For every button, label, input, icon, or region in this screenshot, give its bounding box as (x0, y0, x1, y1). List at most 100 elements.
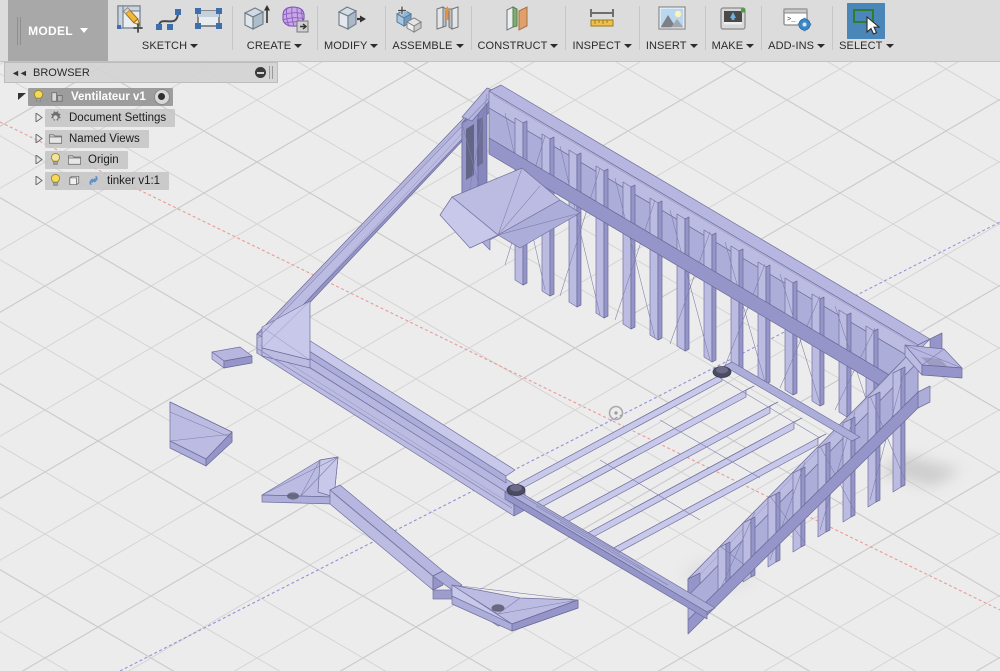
offset-plane-icon[interactable] (502, 3, 534, 35)
toolbar-label-assemble[interactable]: ASSEMBLE (392, 40, 463, 52)
toolbar-group-insert: INSERT (639, 0, 705, 61)
spline-icon[interactable] (154, 3, 186, 35)
lightbulb-icon[interactable] (31, 89, 46, 104)
tree-pill-named-views[interactable]: Named Views (45, 130, 149, 148)
link-icon (86, 173, 101, 188)
label-text-inspect: INSPECT (572, 40, 620, 52)
tree-label-document-settings: Document Settings (67, 112, 168, 124)
label-text-create: CREATE (247, 40, 291, 52)
toolbar-label-select[interactable]: SELECT (839, 40, 893, 52)
main-toolbar: MODEL (0, 0, 1000, 62)
minimize-icon[interactable] (255, 67, 266, 78)
toolbar-label-make[interactable]: MAKE (712, 40, 755, 52)
toolbar-label-construct[interactable]: CONSTRUCT (478, 40, 559, 52)
inspect-icons (586, 3, 618, 39)
lightbulb-icon[interactable] (48, 152, 63, 167)
mesh-detached-wedge-1[interactable] (170, 402, 232, 466)
toolbar-group-select: SELECT (832, 0, 900, 61)
expand-arrow-right-icon[interactable] (34, 155, 45, 164)
select-window-icon[interactable] (847, 3, 885, 39)
expand-arrow-right-icon[interactable] (34, 176, 45, 185)
toolbar-label-create[interactable]: CREATE (247, 40, 302, 52)
toolbar-label-addins[interactable]: ADD-INS (768, 40, 825, 52)
chevron-down-icon (624, 44, 632, 48)
create-sketch-icon[interactable] (115, 3, 147, 35)
toolbar-grip-handle[interactable] (17, 17, 23, 45)
chevron-down-icon (80, 28, 88, 33)
workspace-model-tab[interactable]: MODEL (8, 0, 108, 61)
insert-canvas-icon[interactable] (656, 3, 688, 35)
fusion360-window: .f { fill:#adadda; stroke:#6f6f9d; strok… (0, 0, 1000, 671)
tree-item-ventilateur[interactable]: Ventilateur v1 (4, 86, 278, 107)
lightbulb-icon[interactable] (48, 173, 63, 188)
extrude-icon[interactable] (239, 3, 271, 35)
tree-label-ventilateur: Ventilateur v1 (69, 91, 148, 103)
mesh-panel-back-right (489, 85, 942, 428)
tree-pill-document-settings[interactable]: Document Settings (45, 109, 175, 127)
tree-pill-origin[interactable]: Origin (45, 151, 128, 169)
mesh-inner-ledge-left (276, 325, 515, 483)
toolbar-label-insert[interactable]: INSERT (646, 40, 698, 52)
toolbar-group-addins: >_ ADD-INS (761, 0, 832, 61)
mesh-hub-ring-upper (713, 367, 731, 378)
collapse-left-icon[interactable]: ◄◄ (9, 68, 25, 78)
expand-arrow-down-icon[interactable] (17, 92, 28, 101)
expand-arrow-right-icon[interactable] (34, 113, 45, 122)
3d-print-icon[interactable] (717, 3, 749, 35)
chevron-down-icon (746, 44, 754, 48)
chevron-down-icon (456, 44, 464, 48)
tree-item-named-views[interactable]: Named Views (4, 128, 278, 149)
chevron-down-icon (550, 44, 558, 48)
folder-icon (48, 131, 63, 146)
press-pull-icon[interactable] (335, 3, 367, 35)
mesh-hub-ring-lower (507, 485, 525, 496)
svg-text:>_: >_ (787, 16, 796, 24)
panel-resize-grip[interactable] (269, 66, 273, 79)
mesh-mount-tab-left (212, 347, 252, 368)
chevron-down-icon (294, 44, 302, 48)
browser-title: BROWSER (33, 67, 255, 79)
construct-icons (502, 3, 534, 39)
tree-pill-tinker[interactable]: tinker v1:1 (45, 172, 169, 190)
chevron-down-icon (886, 44, 894, 48)
toolbar-label-sketch[interactable]: SKETCH (142, 40, 198, 52)
label-text-modify: MODIFY (324, 40, 367, 52)
joint-icon[interactable] (431, 3, 463, 35)
gear-icon (48, 110, 63, 125)
rectangle-icon[interactable] (193, 3, 225, 35)
create-form-icon[interactable] (278, 3, 310, 35)
toolbar-left-pad (0, 0, 8, 61)
label-text-assemble: ASSEMBLE (392, 40, 452, 52)
toolbar-label-modify[interactable]: MODIFY (324, 40, 378, 52)
label-text-insert: INSERT (646, 40, 687, 52)
toolbar-group-create: CREATE (232, 0, 317, 61)
toolbar-group-modify: MODIFY (317, 0, 385, 61)
modify-icons (335, 3, 367, 39)
expand-arrow-right-icon[interactable] (34, 134, 45, 143)
tree-item-document-settings[interactable]: Document Settings (4, 107, 278, 128)
folder-icon (67, 152, 82, 167)
toolbar-label-inspect[interactable]: INSPECT (572, 40, 631, 52)
workspace-model-label: MODEL (28, 24, 73, 38)
measure-icon[interactable] (586, 3, 618, 35)
label-text-make: MAKE (712, 40, 744, 52)
toolbar-group-sketch: SKETCH (108, 0, 232, 61)
label-text-sketch: SKETCH (142, 40, 187, 52)
sketch-icons (115, 3, 225, 39)
tree-pill-ventilateur[interactable]: Ventilateur v1 (28, 88, 173, 106)
new-component-icon[interactable] (392, 3, 424, 35)
selection-radio-icon[interactable] (154, 89, 170, 105)
select-icons (847, 3, 885, 39)
tree-item-origin[interactable]: Origin (4, 149, 278, 170)
tree-label-origin: Origin (86, 154, 121, 166)
toolbar-groups: SKETCH (108, 0, 1000, 61)
toolbar-group-construct: CONSTRUCT (471, 0, 566, 61)
tree-item-tinker[interactable]: tinker v1:1 (4, 170, 278, 191)
tree-label-tinker: tinker v1:1 (105, 175, 162, 187)
label-text-construct: CONSTRUCT (478, 40, 548, 52)
chevron-down-icon (690, 44, 698, 48)
create-icons (239, 3, 310, 39)
scripts-addins-icon[interactable]: >_ (781, 3, 813, 35)
browser-tree: Ventilateur v1 Document Settings (4, 83, 278, 191)
browser-header: ◄◄ BROWSER (4, 62, 278, 83)
